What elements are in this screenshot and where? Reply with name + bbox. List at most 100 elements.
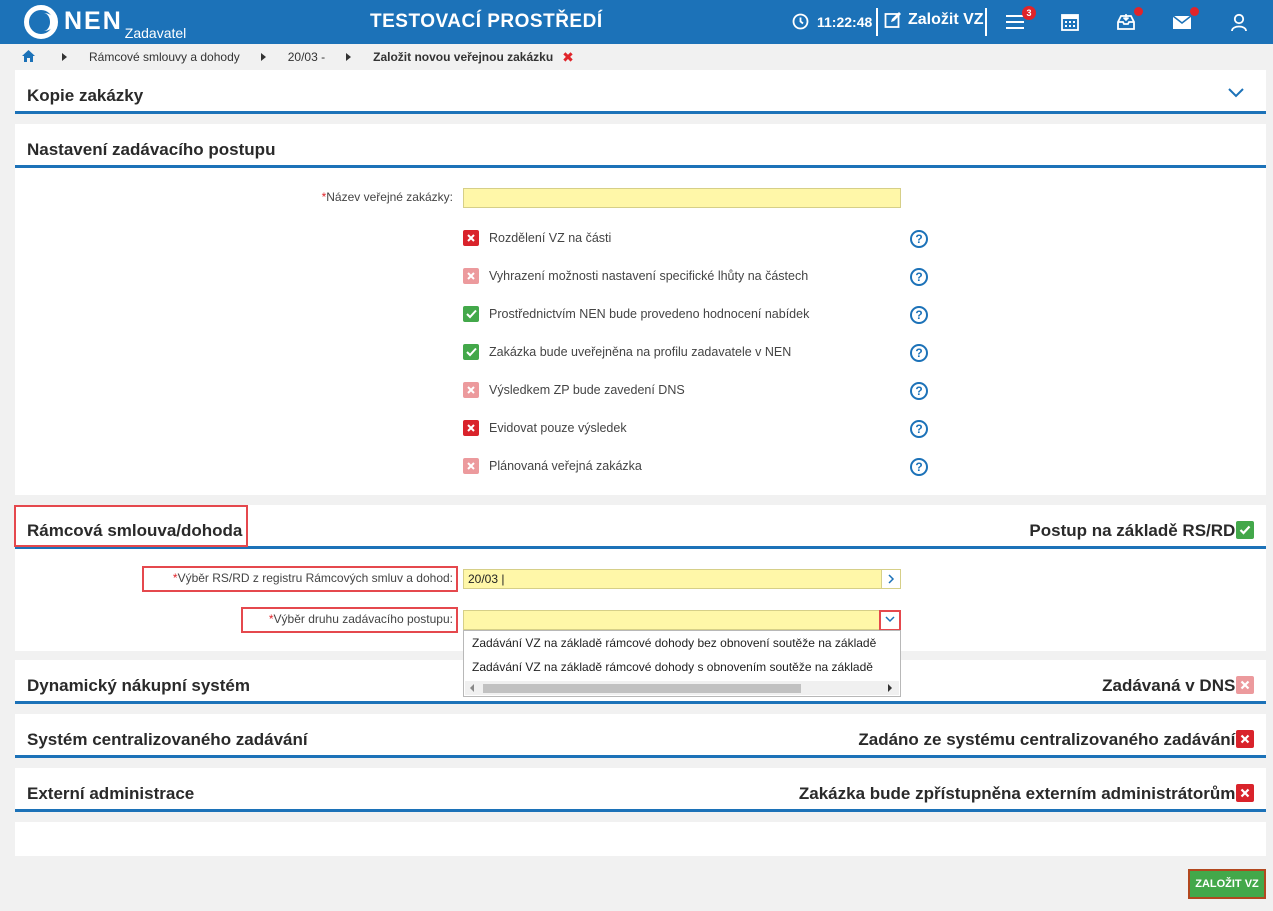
help-icon[interactable]: ? [910, 458, 928, 476]
highlight-frame [879, 610, 901, 631]
checkbox-row-profile-publish[interactable]: Zakázka bude uveřejněna na profilu zadav… [463, 344, 791, 360]
notification-dot [1134, 7, 1143, 16]
breadcrumb-separator-icon [62, 53, 67, 61]
section-procedure-header: Nastavení zadávacího postupu [15, 124, 1266, 168]
highlight-frame [241, 607, 458, 633]
top-bar: NEN Zadavatel TESTOVACÍ PROSTŘEDÍ 11:22:… [0, 0, 1273, 44]
breadcrumb: Rámcové smlouvy a dohody 20/03 - Založit… [0, 44, 1273, 70]
check-icon[interactable] [463, 306, 479, 322]
checkbox-label: Plánovaná veřejná zakázka [489, 459, 642, 473]
check-icon[interactable] [1236, 521, 1254, 539]
header-divider [985, 8, 987, 36]
logo-icon [24, 5, 58, 39]
section-procedure-title: Nastavení zadávacího postupu [27, 140, 276, 159]
checkbox-label: Vyhrazení možnosti nastavení specifické … [489, 269, 809, 283]
section-external-admin: Externí administrace Zakázka bude zpříst… [15, 768, 1266, 812]
cross-icon[interactable] [463, 382, 479, 398]
checkbox-row-specific-deadline[interactable]: Vyhrazení možnosti nastavení specifické … [463, 268, 808, 284]
section-copy: Kopie zakázky [15, 70, 1266, 114]
dropdown-option[interactable]: Zadávání VZ na základě rámcové dohody s … [472, 660, 873, 674]
checkbox-row-result-only[interactable]: Evidovat pouze výsledek [463, 420, 627, 436]
checkbox-label: Zakázka bude uveřejněna na profilu zadav… [489, 345, 792, 359]
nen-logo[interactable]: NEN Zadavatel [24, 5, 187, 41]
help-icon[interactable]: ? [910, 344, 928, 362]
checkbox-label: Rozdělení VZ na části [489, 231, 612, 245]
help-icon[interactable]: ? [910, 230, 928, 248]
menu-badge: 3 [1022, 6, 1036, 20]
scroll-left-icon[interactable] [469, 684, 475, 692]
create-vz-label: Založit VZ [908, 11, 984, 28]
clock-time: 11:22:48 [817, 13, 873, 30]
dropdown-option[interactable]: Zadávání VZ na základě rámcové dohody be… [472, 636, 876, 650]
procedure-type-select[interactable] [463, 610, 901, 630]
breadcrumb-separator-icon [346, 53, 352, 61]
checkbox-label: Prostřednictvím NEN bude provedeno hodno… [489, 307, 810, 321]
header-divider [876, 8, 878, 36]
help-icon[interactable]: ? [910, 420, 928, 438]
framework-procedure-label: Postup na základě RS/RD: [1029, 521, 1241, 540]
section-copy-header[interactable]: Kopie zakázky [15, 70, 1266, 114]
checkbox-label: Evidovat pouze výsledek [489, 421, 627, 435]
checkbox-label: Výsledkem ZP bude zavedení DNS [489, 383, 685, 397]
check-icon[interactable] [463, 344, 479, 360]
chevron-down-icon[interactable] [1228, 88, 1244, 98]
empty-panel [15, 822, 1266, 856]
clock-icon [792, 13, 809, 30]
user-icon[interactable] [1229, 10, 1253, 34]
create-vz-submit-button[interactable]: ZALOŽIT VZ [1188, 869, 1266, 899]
cross-icon[interactable] [463, 458, 479, 474]
session-clock: 11:22:48 [792, 13, 872, 30]
highlight-frame [14, 505, 248, 547]
checkbox-row-evaluation[interactable]: Prostřednictvím NEN bude provedeno hodno… [463, 306, 809, 322]
environment-title: TESTOVACÍ PROSTŘEDÍ [370, 11, 603, 32]
logo-subtitle: Zadavatel [124, 25, 187, 41]
breadcrumb-current: Založit novou veřejnou zakázku [373, 50, 554, 64]
close-tab-icon[interactable]: ✖ [562, 49, 574, 66]
scrollbar-thumb[interactable] [483, 684, 801, 693]
rsrd-open-button[interactable] [881, 569, 901, 589]
breadcrumb-framework-agreements[interactable]: Rámcové smlouvy a dohody [89, 50, 240, 64]
inbox-icon[interactable] [1116, 7, 1143, 34]
breadcrumb-separator-icon [260, 53, 266, 61]
cross-icon[interactable] [463, 268, 479, 284]
create-vz-button[interactable]: Založit VZ [884, 11, 984, 29]
section-copy-title: Kopie zakázky [27, 86, 144, 105]
section-procedure-settings: Nastavení zadávacího postupu *Název veře… [15, 124, 1266, 495]
rsrd-select-input[interactable]: 20/03 | [463, 569, 901, 589]
horizontal-scrollbar[interactable] [465, 681, 899, 695]
menu-icon[interactable]: 3 [1005, 6, 1036, 34]
cross-icon[interactable] [463, 230, 479, 246]
checkbox-row-parts[interactable]: Rozdělení VZ na části [463, 230, 611, 246]
calendar-icon[interactable] [1060, 10, 1084, 34]
help-icon[interactable]: ? [910, 306, 928, 324]
cross-icon[interactable] [1236, 676, 1254, 694]
cross-icon[interactable] [463, 420, 479, 436]
breadcrumb-agreement[interactable]: 20/03 - [288, 50, 325, 64]
procedure-type-dropdown[interactable]: Zadávání VZ na základě rámcové dohody be… [463, 630, 901, 697]
mail-icon[interactable] [1172, 7, 1199, 34]
centralized-label: Zadáno ze systému centralizovaného zadáv… [858, 730, 1241, 749]
edit-icon [884, 12, 901, 28]
section-external-title: Externí administrace [27, 784, 195, 803]
section-centralized-title: Systém centralizovaného zadávání [27, 730, 308, 749]
checkbox-row-planned[interactable]: Plánovaná veřejná zakázka [463, 458, 642, 474]
cross-icon[interactable] [1236, 784, 1254, 802]
logo-text: NEN [64, 7, 123, 35]
help-icon[interactable]: ? [910, 382, 928, 400]
dns-label: Zadávaná v DNS: [1102, 676, 1241, 695]
notification-dot [1190, 7, 1199, 16]
section-centralized: Systém centralizovaného zadávání Zadáno … [15, 714, 1266, 758]
contract-name-input[interactable] [463, 188, 901, 208]
external-admin-label: Zakázka bude zpřístupněna externím admin… [798, 784, 1241, 803]
section-dns-title: Dynamický nákupní systém [27, 676, 250, 695]
chevron-right-icon [888, 574, 895, 584]
home-icon[interactable] [22, 49, 35, 65]
section-external-header: Externí administrace Zakázka bude zpříst… [15, 768, 1266, 812]
section-centralized-header: Systém centralizovaného zadávání Zadáno … [15, 714, 1266, 758]
highlight-frame [142, 566, 458, 592]
checkbox-row-dns[interactable]: Výsledkem ZP bude zavedení DNS [463, 382, 685, 398]
contract-name-label: *Název veřejné zakázky: [321, 190, 453, 204]
scroll-right-icon[interactable] [887, 684, 893, 692]
help-icon[interactable]: ? [910, 268, 928, 286]
cross-icon[interactable] [1236, 730, 1254, 748]
